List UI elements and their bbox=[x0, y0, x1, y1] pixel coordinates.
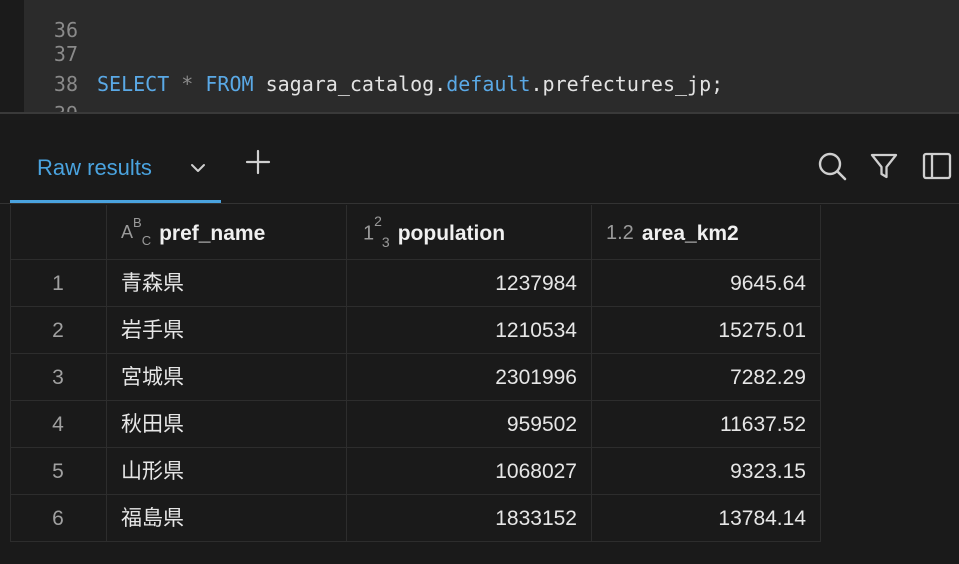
editor-content[interactable]: 36 37 SELECT * FROM sagara_catalog.defau… bbox=[24, 0, 959, 112]
row-index: 5 bbox=[10, 448, 107, 494]
cell-pref-name[interactable]: 秋田県 bbox=[107, 401, 347, 447]
table-row[interactable]: 6 福島県 1833152 13784.14 bbox=[10, 495, 821, 542]
table-header-row: ABC pref_name 123 population 1.2 area_km2 bbox=[10, 205, 821, 260]
row-index: 4 bbox=[10, 401, 107, 447]
panel-toggle-icon[interactable] bbox=[920, 150, 952, 182]
tab-label: Raw results bbox=[37, 155, 152, 180]
column-name: pref_name bbox=[159, 221, 266, 245]
cell-area-km2[interactable]: 7282.29 bbox=[592, 354, 821, 400]
table-row[interactable]: 5 山形県 1068027 9323.15 bbox=[10, 448, 821, 495]
cell-area-km2[interactable]: 9645.64 bbox=[592, 260, 821, 306]
abc-type-icon: ABC bbox=[121, 215, 152, 248]
search-icon[interactable] bbox=[816, 150, 848, 182]
cell-area-km2[interactable]: 9323.15 bbox=[592, 448, 821, 494]
cell-population[interactable]: 1068027 bbox=[347, 448, 592, 494]
cell-population[interactable]: 2301996 bbox=[347, 354, 592, 400]
cell-population[interactable]: 1237984 bbox=[347, 260, 592, 306]
column-header-area-km2[interactable]: 1.2 area_km2 bbox=[592, 205, 821, 259]
row-index-header bbox=[10, 205, 107, 259]
table-row[interactable]: 2 岩手県 1210534 15275.01 bbox=[10, 307, 821, 354]
cell-pref-name[interactable]: 福島県 bbox=[107, 495, 347, 541]
integer-type-icon: 123 bbox=[363, 213, 390, 250]
row-index: 3 bbox=[10, 354, 107, 400]
table-row[interactable]: 4 秋田県 959502 11637.52 bbox=[10, 401, 821, 448]
row-index: 2 bbox=[10, 307, 107, 353]
sql-editor[interactable]: 36 37 SELECT * FROM sagara_catalog.defau… bbox=[0, 0, 959, 120]
filter-icon[interactable] bbox=[868, 150, 900, 182]
cell-population[interactable]: 959502 bbox=[347, 401, 592, 447]
code-line[interactable]: 39 bbox=[24, 69, 959, 112]
tab-raw-results[interactable]: Raw results bbox=[10, 147, 221, 203]
cell-population[interactable]: 1210534 bbox=[347, 307, 592, 353]
results-toolbar: Raw results bbox=[0, 120, 959, 204]
column-name: area_km2 bbox=[641, 221, 739, 245]
cell-pref-name[interactable]: 岩手県 bbox=[107, 307, 347, 353]
chevron-down-icon[interactable] bbox=[188, 158, 208, 178]
code-line[interactable]: 40 bbox=[24, 99, 959, 112]
column-name: population bbox=[397, 221, 506, 245]
row-index: 6 bbox=[10, 495, 107, 541]
code-line[interactable]: 37 SELECT * FROM sagara_catalog.default.… bbox=[24, 9, 959, 96]
row-index: 1 bbox=[10, 260, 107, 306]
column-header-population[interactable]: 123 population bbox=[347, 205, 592, 259]
cell-area-km2[interactable]: 15275.01 bbox=[592, 307, 821, 353]
table-row[interactable]: 3 宮城県 2301996 7282.29 bbox=[10, 354, 821, 401]
decimal-type-icon: 1.2 bbox=[606, 222, 634, 245]
cell-population[interactable]: 1833152 bbox=[347, 495, 592, 541]
cell-pref-name[interactable]: 宮城県 bbox=[107, 354, 347, 400]
cell-area-km2[interactable]: 11637.52 bbox=[592, 401, 821, 447]
table-row[interactable]: 1 青森県 1237984 9645.64 bbox=[10, 260, 821, 307]
code-line[interactable]: 38 bbox=[24, 39, 959, 96]
plus-icon[interactable] bbox=[244, 148, 272, 176]
column-header-pref-name[interactable]: ABC pref_name bbox=[107, 205, 347, 259]
cell-pref-name[interactable]: 山形県 bbox=[107, 448, 347, 494]
cell-area-km2[interactable]: 13784.14 bbox=[592, 495, 821, 541]
cell-pref-name[interactable]: 青森県 bbox=[107, 260, 347, 306]
